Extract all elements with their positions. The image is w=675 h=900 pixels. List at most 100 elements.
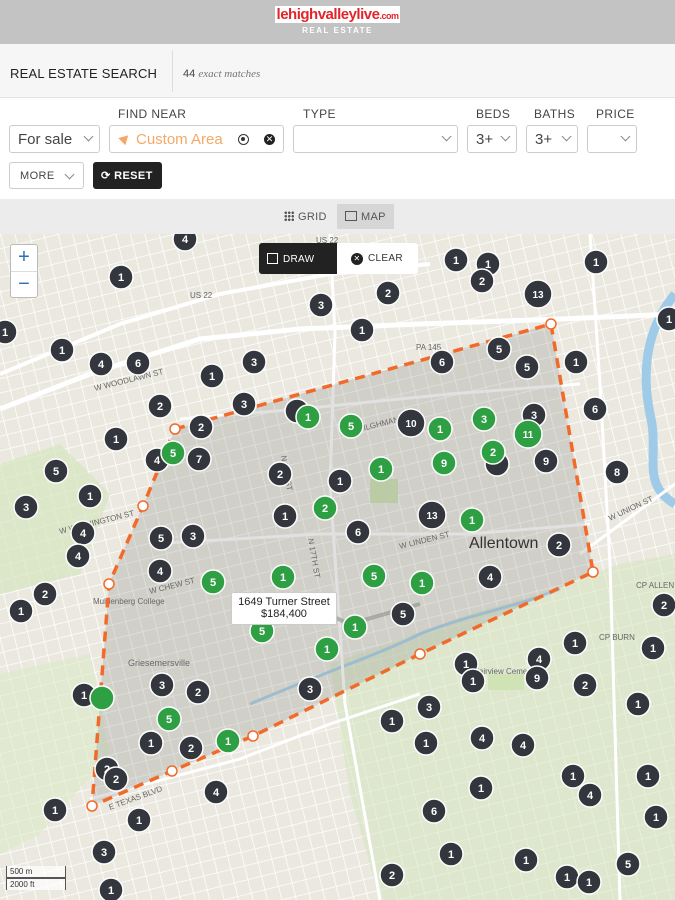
listing-cluster[interactable]: 4 (469, 725, 495, 751)
listing-cluster[interactable]: 4 (147, 558, 173, 584)
more-filters-button[interactable]: MORE (9, 162, 84, 189)
listing-cluster[interactable]: 10 (396, 408, 426, 438)
listing-cluster[interactable]: 6 (429, 349, 455, 375)
matching-listing-cluster[interactable]: 1 (270, 564, 296, 590)
listing-cluster[interactable]: 1 (560, 763, 586, 789)
listing-cluster[interactable]: 1 (138, 730, 164, 756)
polygon-vertex-handle[interactable] (166, 765, 178, 777)
listing-cluster[interactable]: 4 (477, 564, 503, 590)
listing-cluster[interactable]: 1 (98, 877, 124, 900)
listing-cluster[interactable]: 5 (390, 601, 416, 627)
listing-cluster[interactable]: 8 (604, 459, 630, 485)
listing-cluster[interactable]: 4 (70, 520, 96, 546)
matching-listing-cluster[interactable]: 5 (361, 563, 387, 589)
listing-cluster[interactable]: 3 (180, 523, 206, 549)
listing-cluster[interactable]: 2 (178, 735, 204, 761)
polygon-vertex-handle[interactable] (137, 500, 149, 512)
listing-cluster[interactable]: 5 (43, 458, 69, 484)
polygon-vertex-handle[interactable] (103, 578, 115, 590)
listing-cluster[interactable]: 1 (656, 306, 675, 332)
matching-listing-cluster[interactable]: 5 (338, 413, 364, 439)
find-near-input[interactable]: Custom Area ✕ (109, 125, 284, 153)
polygon-vertex-handle[interactable] (414, 648, 426, 660)
listing-cluster[interactable]: 2 (185, 679, 211, 705)
polygon-vertex-handle[interactable] (86, 800, 98, 812)
listing-cluster[interactable]: 4 (65, 543, 91, 569)
close-icon[interactable]: ✕ (264, 134, 275, 145)
listing-cluster[interactable]: 3 (149, 672, 175, 698)
matching-listing-cluster[interactable]: 11 (513, 419, 543, 449)
listing-cluster[interactable]: 1 (554, 864, 580, 890)
matching-listing-cluster[interactable]: 1 (342, 614, 368, 640)
listing-cluster[interactable]: 1 (108, 264, 134, 290)
matching-listing-cluster[interactable]: 1 (368, 456, 394, 482)
listing-cluster[interactable]: 9 (524, 665, 550, 691)
matching-listing-cluster[interactable]: 1 (459, 507, 485, 533)
listing-cluster[interactable]: 1 (443, 247, 469, 273)
listing-cluster[interactable]: 3 (297, 676, 323, 702)
listing-cluster[interactable]: 2 (147, 393, 173, 419)
map-view[interactable]: US 22 US 22 PA 145 N 7TH ST W TILGHMAN S… (0, 234, 675, 900)
listing-cluster[interactable]: 4 (88, 351, 114, 377)
matching-listing-cluster[interactable]: 5 (160, 440, 186, 466)
listing-cluster[interactable]: 1 (635, 763, 661, 789)
listing-cluster[interactable]: 1 (562, 630, 588, 656)
reset-button[interactable]: ⟳ RESET (93, 162, 162, 189)
listing-cluster[interactable]: 2 (267, 461, 293, 487)
matching-listing-cluster[interactable]: 3 (471, 406, 497, 432)
listing-cluster[interactable]: 5 (148, 525, 174, 551)
listing-cluster[interactable]: 5 (486, 336, 512, 362)
listing-cluster[interactable]: 4 (203, 779, 229, 805)
matching-listing-cluster[interactable]: 2 (480, 439, 506, 465)
matching-listing-cluster[interactable]: 1 (295, 404, 321, 430)
polygon-vertex-handle[interactable] (169, 423, 181, 435)
matching-listing-cluster[interactable]: 5 (156, 706, 182, 732)
listing-cluster[interactable]: 6 (345, 519, 371, 545)
listing-cluster[interactable]: 1 (576, 869, 602, 895)
listing-cluster[interactable]: 3 (308, 292, 334, 318)
target-icon[interactable] (238, 134, 249, 145)
listing-cluster[interactable]: 4 (510, 732, 536, 758)
map-canvas[interactable]: US 22 US 22 PA 145 N 7TH ST W TILGHMAN S… (0, 234, 675, 900)
matching-listing-cluster[interactable]: 2 (312, 495, 338, 521)
listing-cluster[interactable]: 3 (13, 494, 39, 520)
listing-cluster[interactable]: 6 (125, 350, 151, 376)
price-select[interactable] (587, 125, 637, 153)
listing-cluster[interactable]: 3 (241, 349, 267, 375)
matching-listing-cluster-marker[interactable] (89, 685, 115, 711)
listing-cluster[interactable]: 5 (514, 354, 540, 380)
matching-listing-cluster[interactable]: 9 (431, 450, 457, 476)
listing-cluster[interactable]: 5 (615, 851, 641, 877)
listing-cluster[interactable]: 2 (651, 592, 675, 618)
listing-cluster[interactable]: 1 (103, 426, 129, 452)
listing-cluster[interactable]: 3 (91, 839, 117, 865)
polygon-vertex-handle[interactable] (587, 566, 599, 578)
map-view-button[interactable]: MAP (337, 204, 394, 229)
listing-cluster[interactable]: 4 (577, 782, 603, 808)
polygon-vertex-handle[interactable] (247, 730, 259, 742)
matching-listing-cluster[interactable]: 1 (314, 636, 340, 662)
listing-cluster[interactable]: 1 (563, 349, 589, 375)
status-select[interactable]: For sale (9, 125, 100, 153)
polygon-vertex-handle[interactable] (545, 318, 557, 330)
draw-button[interactable]: DRAW (259, 243, 337, 274)
listing-cluster[interactable]: 2 (469, 268, 495, 294)
listing-cluster[interactable]: 3 (231, 391, 257, 417)
listing-cluster[interactable]: 1 (468, 775, 494, 801)
listing-cluster[interactable]: 13 (417, 500, 447, 530)
zoom-in-button[interactable]: + (11, 245, 37, 271)
listing-cluster[interactable]: 1 (438, 841, 464, 867)
listing-tooltip[interactable]: 1649 Turner Street $184,400 (231, 592, 337, 625)
listing-cluster[interactable]: 1 (327, 468, 353, 494)
listing-cluster[interactable]: 1 (272, 503, 298, 529)
type-select[interactable] (293, 125, 458, 153)
matching-listing-cluster[interactable]: 1 (215, 728, 241, 754)
listing-cluster[interactable]: 6 (582, 396, 608, 422)
matching-listing-cluster[interactable]: 1 (409, 570, 435, 596)
beds-select[interactable]: 3+ (467, 125, 517, 153)
listing-cluster[interactable]: 1 (77, 483, 103, 509)
matching-listing-cluster[interactable]: 5 (200, 569, 226, 595)
listing-cluster[interactable]: 1 (126, 807, 152, 833)
grid-view-button[interactable]: GRID (276, 204, 335, 229)
listing-cluster[interactable]: 2 (379, 862, 405, 888)
